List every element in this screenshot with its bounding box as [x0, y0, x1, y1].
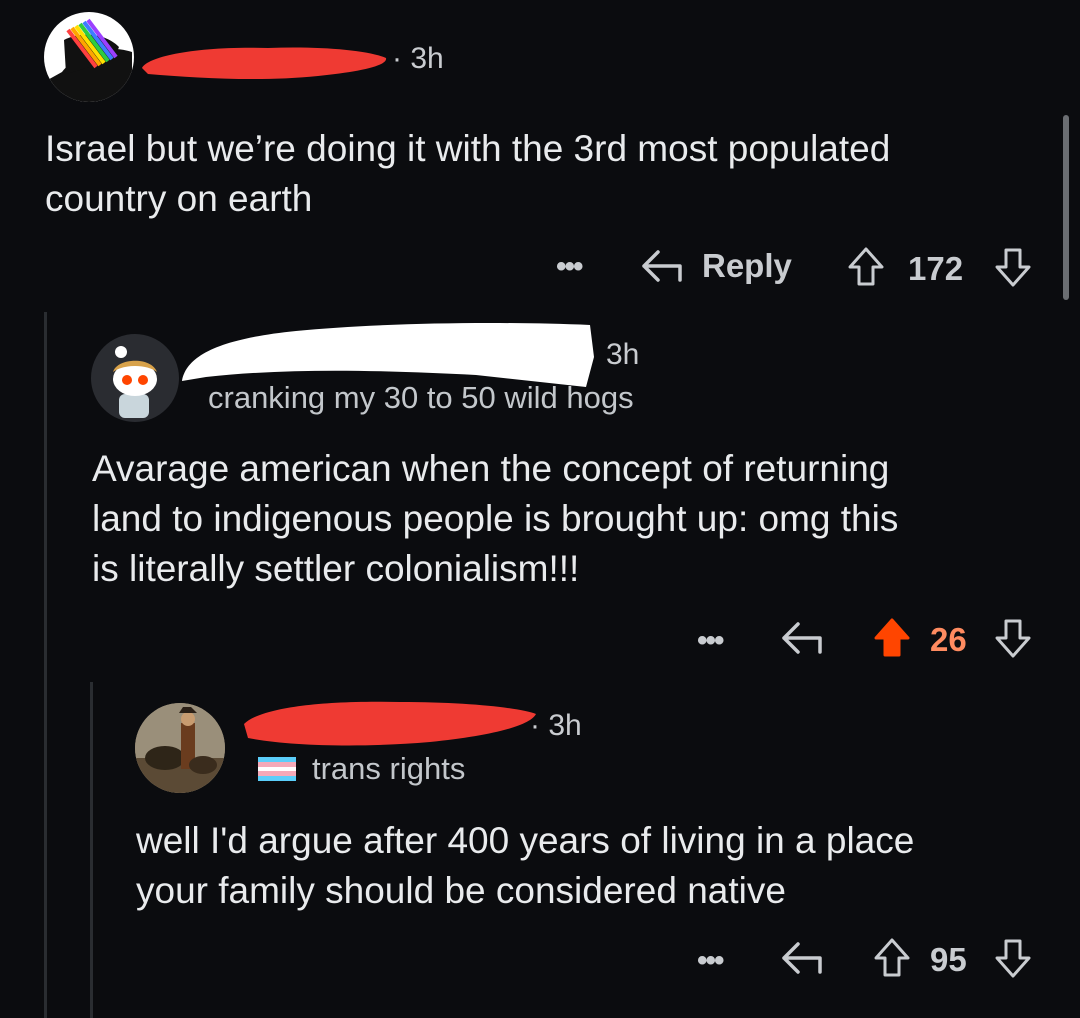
reply-icon: [782, 622, 822, 654]
user-flair: trans rights: [312, 751, 466, 786]
vote-count: 172: [908, 250, 964, 287]
more-icon[interactable]: •••: [697, 624, 724, 658]
reply-button[interactable]: Reply: [640, 246, 792, 286]
username-redacted[interactable]: [176, 317, 596, 389]
trans-flag-icon: [258, 757, 296, 781]
thread-line-1[interactable]: [44, 312, 47, 1018]
reply-icon: [782, 942, 822, 974]
avatar[interactable]: [135, 703, 225, 793]
timestamp: · 3h: [530, 709, 582, 742]
timestamp: · 3h: [392, 42, 444, 75]
vote-count: 26: [930, 621, 967, 658]
vote-count: 95: [930, 941, 967, 978]
scrollbar[interactable]: [1063, 115, 1069, 300]
more-icon[interactable]: •••: [556, 250, 583, 284]
comment-body: well I'd argue after 400 years of living…: [136, 820, 915, 911]
reply-label: Reply: [702, 247, 792, 284]
downvote-icon: [995, 939, 1031, 978]
downvote-button[interactable]: [993, 246, 1033, 288]
avatar[interactable]: [44, 12, 134, 102]
reply-button[interactable]: [780, 938, 828, 978]
snoo-avatar-icon: [44, 18, 132, 102]
timestamp: 3h: [606, 338, 640, 371]
upvote-button[interactable]: [846, 246, 886, 288]
more-icon[interactable]: •••: [697, 944, 724, 978]
upvote-icon: [874, 938, 910, 977]
reply-button[interactable]: [780, 618, 828, 658]
thread-line-2[interactable]: [90, 682, 93, 1018]
username-redacted[interactable]: [138, 38, 390, 82]
username-redacted[interactable]: [240, 690, 540, 750]
downvote-icon: [995, 248, 1031, 287]
downvote-icon: [995, 619, 1031, 658]
upvote-button[interactable]: [872, 937, 912, 979]
upvote-icon: [874, 618, 910, 657]
reply-icon: [642, 250, 682, 282]
downvote-button[interactable]: [993, 937, 1033, 979]
avatar[interactable]: [91, 334, 179, 422]
user-flair: cranking my 30 to 50 wild hogs: [208, 380, 634, 415]
comment-body: Avarage american when the concept of ret…: [92, 448, 899, 589]
painting-avatar-icon: [135, 703, 225, 793]
upvote-icon: [848, 247, 884, 286]
snoo-avatar-icon: [113, 346, 157, 418]
upvote-button[interactable]: [872, 617, 912, 659]
downvote-button[interactable]: [993, 617, 1033, 659]
comment-body: Israel but we’re doing it with the 3rd m…: [45, 128, 891, 219]
